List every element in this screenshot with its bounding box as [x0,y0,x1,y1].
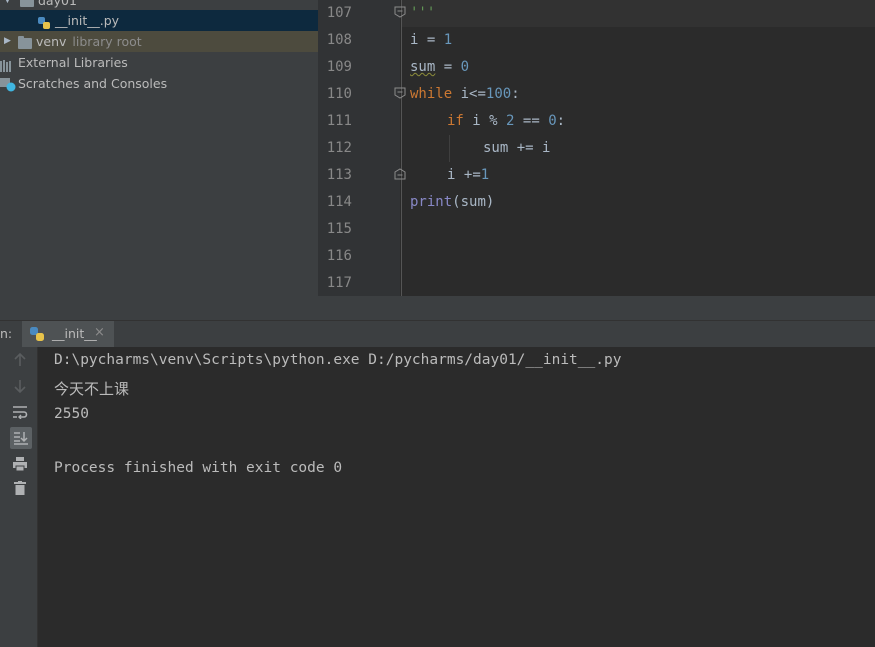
tree-item-label: External Libraries [18,55,128,70]
editor-bottom-area [318,296,875,320]
tree-item-init-py[interactable]: __init__.py [0,10,318,31]
code-line-111[interactable]: if i % 2 == 0: [447,108,565,135]
line-number: 116 [326,248,352,264]
python-icon [30,327,44,341]
console-line: 2550 [54,406,89,422]
line-number: 110 [326,86,352,102]
fold-start-icon[interactable] [394,87,406,99]
line-number: 115 [326,221,352,237]
fold-end-icon[interactable] [394,168,406,180]
line-number: 107 [326,5,352,21]
folder-icon [20,0,34,7]
tree-item-label: venv library root [36,34,142,49]
tab-label: __init__ [52,326,97,341]
close-icon[interactable]: × [94,325,105,340]
library-root-label: library root [72,34,142,49]
run-toolbar [0,347,38,647]
current-line-highlight [402,0,875,27]
trash-icon[interactable] [11,479,29,497]
scroll-to-end-icon[interactable] [10,427,32,449]
up-arrow-icon[interactable] [11,351,29,369]
line-number: 117 [326,275,352,291]
soft-wrap-icon[interactable] [11,403,29,421]
folder-icon [18,36,32,49]
tab-run-init[interactable]: __init__ × [22,321,114,347]
code-line-110[interactable]: while i<=100: [410,81,520,108]
tree-item-scratches[interactable]: Scratches and Consoles [0,73,318,94]
indent-guide [449,135,450,162]
line-number: 108 [326,32,352,48]
line-number: 112 [326,140,352,156]
tree-item-external-libraries[interactable]: External Libraries [0,52,318,73]
tree-item-label: __init__.py [55,13,120,28]
print-icon[interactable] [11,455,29,473]
line-number: 113 [326,167,352,183]
fold-end-icon[interactable] [394,6,406,18]
console-line: 今天不上课 [54,380,130,398]
line-number: 114 [326,194,352,210]
code-line-107[interactable]: ''' [410,0,435,27]
code-line-109[interactable]: sum = 0 [410,54,469,81]
code-line-108[interactable]: i = 1 [410,27,452,54]
down-arrow-icon[interactable] [11,377,29,395]
project-panel: ▼ day01 __init__.py ▶ venv library root E… [0,0,318,320]
code-editor[interactable]: 107 108 109 110 111 112 113 114 115 116 … [318,0,875,296]
line-number: 109 [326,59,352,75]
code-line-114[interactable]: print(sum) [410,189,494,216]
tree-item-venv[interactable]: ▶ venv library root [0,31,318,52]
console-output[interactable]: D:\pycharms\venv\Scripts\python.exe D:/p… [38,347,875,647]
tree-item-label: Scratches and Consoles [18,76,168,91]
run-label: n: [0,326,13,341]
console-line: Process finished with exit code 0 [54,460,343,476]
console-line: D:\pycharms\venv\Scripts\python.exe D:/p… [54,352,622,368]
run-tool-window-header: n: __init__ × [0,320,875,348]
code-line-112[interactable]: sum += i [483,135,550,162]
code-line-113[interactable]: i +=1 [447,162,489,189]
scratches-icon [0,77,16,98]
line-number: 111 [326,113,352,129]
gutter-divider [401,0,402,296]
chevron-right-icon[interactable]: ▶ [4,31,11,52]
